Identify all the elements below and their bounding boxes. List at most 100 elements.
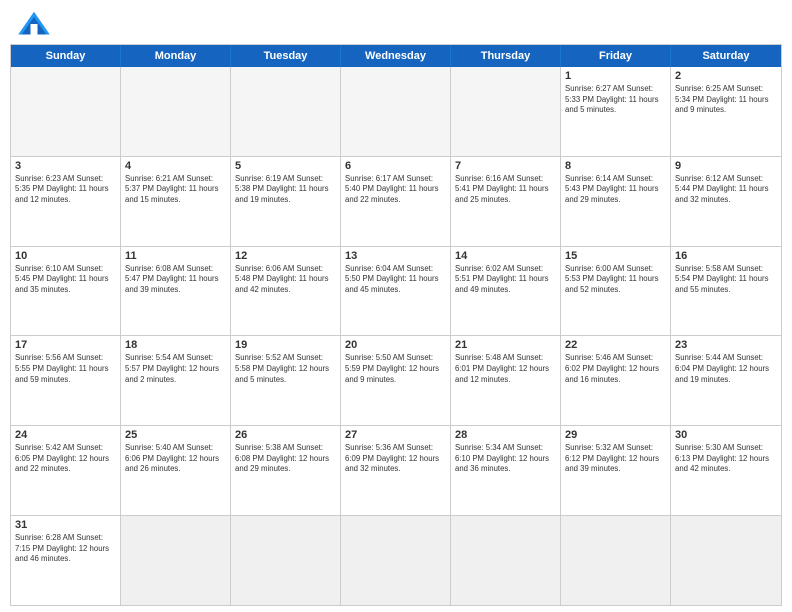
day-info: Sunrise: 5:44 AM Sunset: 6:04 PM Dayligh… <box>675 353 777 385</box>
calendar-cell: 2 Sunrise: 6:25 AM Sunset: 5:34 PM Daylig… <box>671 67 781 156</box>
calendar-cell: 12 Sunrise: 6:06 AM Sunset: 5:48 PM Dayli… <box>231 247 341 336</box>
calendar-cell <box>231 67 341 156</box>
calendar-cell: 3Sunrise: 6:23 AM Sunset: 5:35 PM Daylig… <box>11 157 121 246</box>
day-info: Sunrise: 5:32 AM Sunset: 6:12 PM Dayligh… <box>565 443 666 475</box>
day-number: 22 <box>565 339 666 351</box>
day-info: Sunrise: 5:34 AM Sunset: 6:10 PM Dayligh… <box>455 443 556 475</box>
day-number: 20 <box>345 339 446 351</box>
calendar-cell: 19Sunrise: 5:52 AM Sunset: 5:58 PM Dayli… <box>231 336 341 425</box>
day-number: 4 <box>125 160 226 172</box>
day-number: 19 <box>235 339 336 351</box>
calendar-cell: 24 Sunrise: 5:42 AM Sunset: 6:05 PM Dayli… <box>11 426 121 515</box>
calendar-cell: 31 Sunrise: 6:28 AM Sunset: 7:15 PM Dayli… <box>11 516 121 605</box>
day-number: 30 <box>675 429 777 441</box>
day-number: 3 <box>15 160 116 172</box>
calendar-header-day: Thursday <box>451 45 561 67</box>
calendar-cell: 13 Sunrise: 6:04 AM Sunset: 5:50 PM Dayli… <box>341 247 451 336</box>
day-number: 9 <box>675 160 777 172</box>
calendar-row: 1 Sunrise: 6:27 AM Sunset: 5:33 PM Daylig… <box>11 67 781 156</box>
day-info: Sunrise: 5:50 AM Sunset: 5:59 PM Dayligh… <box>345 353 446 385</box>
calendar-cell: 11 Sunrise: 6:08 AM Sunset: 5:47 PM Dayli… <box>121 247 231 336</box>
day-info: Sunrise: 5:40 AM Sunset: 6:06 PM Dayligh… <box>125 443 226 475</box>
day-number: 14 <box>455 250 556 262</box>
day-info: Sunrise: 6:02 AM Sunset: 5:51 PM Dayligh… <box>455 264 556 296</box>
calendar-cell <box>451 67 561 156</box>
day-info: Sunrise: 6:12 AM Sunset: 5:44 PM Dayligh… <box>675 174 777 206</box>
day-info: Sunrise: 5:56 AM Sunset: 5:55 PM Dayligh… <box>15 353 116 385</box>
day-number: 24 <box>15 429 116 441</box>
calendar-cell: 5 Sunrise: 6:19 AM Sunset: 5:38 PM Daylig… <box>231 157 341 246</box>
calendar-cell <box>341 516 451 605</box>
calendar-row: 31 Sunrise: 6:28 AM Sunset: 7:15 PM Dayli… <box>11 515 781 605</box>
day-number: 17 <box>15 339 116 351</box>
calendar-body: 1 Sunrise: 6:27 AM Sunset: 5:33 PM Daylig… <box>11 67 781 605</box>
calendar-row: 10 Sunrise: 6:10 AM Sunset: 5:45 PM Dayli… <box>11 246 781 336</box>
day-info: Sunrise: 5:38 AM Sunset: 6:08 PM Dayligh… <box>235 443 336 475</box>
calendar-row: 24 Sunrise: 5:42 AM Sunset: 6:05 PM Dayli… <box>11 425 781 515</box>
day-info: Sunrise: 5:58 AM Sunset: 5:54 PM Dayligh… <box>675 264 777 296</box>
day-number: 29 <box>565 429 666 441</box>
page: SundayMondayTuesdayWednesdayThursdayFrid… <box>0 0 792 612</box>
day-number: 21 <box>455 339 556 351</box>
day-info: Sunrise: 5:36 AM Sunset: 6:09 PM Dayligh… <box>345 443 446 475</box>
day-number: 12 <box>235 250 336 262</box>
day-info: Sunrise: 6:17 AM Sunset: 5:40 PM Dayligh… <box>345 174 446 206</box>
calendar-header-day: Tuesday <box>231 45 341 67</box>
calendar: SundayMondayTuesdayWednesdayThursdayFrid… <box>10 44 782 606</box>
calendar-header: SundayMondayTuesdayWednesdayThursdayFrid… <box>11 45 781 67</box>
logo-icon <box>16 10 52 38</box>
calendar-cell <box>341 67 451 156</box>
calendar-cell: 30 Sunrise: 5:30 AM Sunset: 6:13 PM Dayli… <box>671 426 781 515</box>
calendar-cell: 8 Sunrise: 6:14 AM Sunset: 5:43 PM Daylig… <box>561 157 671 246</box>
calendar-cell: 25 Sunrise: 5:40 AM Sunset: 6:06 PM Dayli… <box>121 426 231 515</box>
day-info: Sunrise: 5:30 AM Sunset: 6:13 PM Dayligh… <box>675 443 777 475</box>
calendar-cell: 20 Sunrise: 5:50 AM Sunset: 5:59 PM Dayli… <box>341 336 451 425</box>
day-number: 8 <box>565 160 666 172</box>
day-info: Sunrise: 6:06 AM Sunset: 5:48 PM Dayligh… <box>235 264 336 296</box>
day-info: Sunrise: 6:28 AM Sunset: 7:15 PM Dayligh… <box>15 533 116 565</box>
day-number: 23 <box>675 339 777 351</box>
day-info: Sunrise: 6:10 AM Sunset: 5:45 PM Dayligh… <box>15 264 116 296</box>
calendar-cell: 16 Sunrise: 5:58 AM Sunset: 5:54 PM Dayli… <box>671 247 781 336</box>
calendar-cell: 9 Sunrise: 6:12 AM Sunset: 5:44 PM Daylig… <box>671 157 781 246</box>
calendar-cell <box>671 516 781 605</box>
day-number: 13 <box>345 250 446 262</box>
calendar-cell: 4Sunrise: 6:21 AM Sunset: 5:37 PM Daylig… <box>121 157 231 246</box>
day-number: 18 <box>125 339 226 351</box>
calendar-cell: 6 Sunrise: 6:17 AM Sunset: 5:40 PM Daylig… <box>341 157 451 246</box>
calendar-row: 17 Sunrise: 5:56 AM Sunset: 5:55 PM Dayli… <box>11 335 781 425</box>
day-info: Sunrise: 6:19 AM Sunset: 5:38 PM Dayligh… <box>235 174 336 206</box>
day-number: 28 <box>455 429 556 441</box>
calendar-cell: 14 Sunrise: 6:02 AM Sunset: 5:51 PM Dayli… <box>451 247 561 336</box>
day-info: Sunrise: 6:25 AM Sunset: 5:34 PM Dayligh… <box>675 84 777 116</box>
day-number: 31 <box>15 519 116 531</box>
calendar-cell <box>451 516 561 605</box>
day-info: Sunrise: 6:08 AM Sunset: 5:47 PM Dayligh… <box>125 264 226 296</box>
day-number: 5 <box>235 160 336 172</box>
day-number: 2 <box>675 70 777 82</box>
calendar-cell: 15Sunrise: 6:00 AM Sunset: 5:53 PM Dayli… <box>561 247 671 336</box>
calendar-cell: 22Sunrise: 5:46 AM Sunset: 6:02 PM Dayli… <box>561 336 671 425</box>
logo <box>16 10 56 38</box>
day-number: 16 <box>675 250 777 262</box>
day-info: Sunrise: 6:16 AM Sunset: 5:41 PM Dayligh… <box>455 174 556 206</box>
day-number: 6 <box>345 160 446 172</box>
day-number: 26 <box>235 429 336 441</box>
calendar-cell: 23 Sunrise: 5:44 AM Sunset: 6:04 PM Dayli… <box>671 336 781 425</box>
day-number: 1 <box>565 70 666 82</box>
calendar-cell <box>121 516 231 605</box>
calendar-cell: 28 Sunrise: 5:34 AM Sunset: 6:10 PM Dayli… <box>451 426 561 515</box>
day-info: Sunrise: 6:14 AM Sunset: 5:43 PM Dayligh… <box>565 174 666 206</box>
day-info: Sunrise: 6:04 AM Sunset: 5:50 PM Dayligh… <box>345 264 446 296</box>
day-number: 10 <box>15 250 116 262</box>
calendar-cell <box>11 67 121 156</box>
day-info: Sunrise: 6:27 AM Sunset: 5:33 PM Dayligh… <box>565 84 666 116</box>
calendar-cell: 1 Sunrise: 6:27 AM Sunset: 5:33 PM Daylig… <box>561 67 671 156</box>
calendar-cell: 21Sunrise: 5:48 AM Sunset: 6:01 PM Dayli… <box>451 336 561 425</box>
day-number: 27 <box>345 429 446 441</box>
calendar-cell: 29 Sunrise: 5:32 AM Sunset: 6:12 PM Dayli… <box>561 426 671 515</box>
day-number: 11 <box>125 250 226 262</box>
day-info: Sunrise: 5:42 AM Sunset: 6:05 PM Dayligh… <box>15 443 116 475</box>
calendar-cell: 17 Sunrise: 5:56 AM Sunset: 5:55 PM Dayli… <box>11 336 121 425</box>
day-number: 25 <box>125 429 226 441</box>
